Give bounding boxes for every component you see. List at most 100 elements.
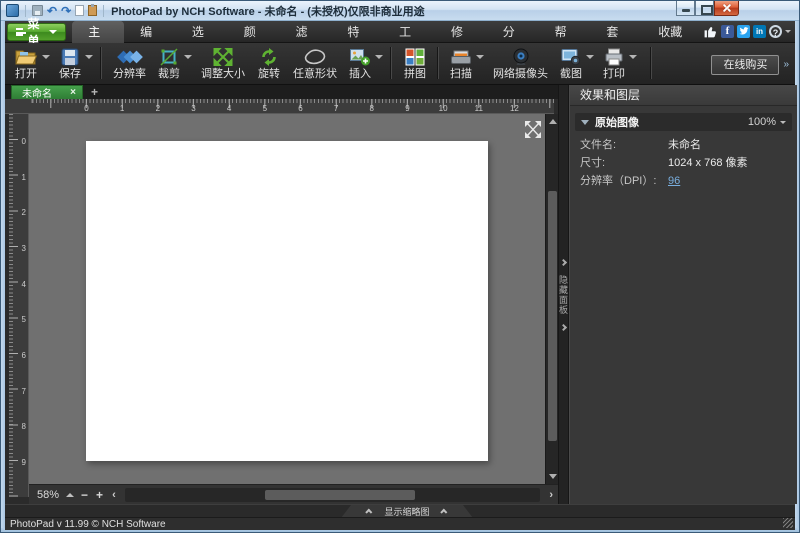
- crop-button[interactable]: 裁剪: [153, 45, 194, 81]
- tab-favorites[interactable]: 收藏夹: [642, 21, 704, 43]
- linkedin-icon[interactable]: in: [753, 25, 766, 38]
- panel-title: 效果和图层: [570, 85, 797, 106]
- screenshot-button[interactable]: 截图: [555, 45, 596, 81]
- divider: [25, 5, 26, 17]
- tab-suite[interactable]: 套件: [590, 21, 642, 43]
- resize-button[interactable]: 调整大小: [196, 45, 250, 81]
- dpi-value-link[interactable]: 96: [668, 174, 680, 188]
- chevron-up-icon: [440, 509, 447, 516]
- tab-retouch[interactable]: 修饰: [435, 21, 487, 43]
- zoom-menu-icon[interactable]: [66, 493, 74, 497]
- thumbnail-bar: 显示缩略图: [5, 504, 795, 517]
- chevron-down-icon[interactable]: [629, 55, 637, 59]
- insert-button[interactable]: 插入: [344, 45, 385, 81]
- twitter-icon[interactable]: [737, 25, 750, 38]
- thumbs-up-icon[interactable]: [704, 25, 718, 38]
- tab-color[interactable]: 颜色: [228, 21, 280, 43]
- scroll-down-icon[interactable]: [549, 474, 557, 479]
- zoom-out-button[interactable]: −: [77, 486, 92, 504]
- screenshot-icon: [561, 47, 581, 67]
- chevron-right-icon: [560, 258, 567, 265]
- collage-icon: [405, 47, 425, 67]
- hide-panel-strip[interactable]: 隐藏面板: [558, 85, 569, 504]
- window-title: PhotoPad by NCH Software - 未命名 - (未授权)仅限…: [111, 3, 425, 19]
- chevron-down-icon: [49, 30, 57, 34]
- main-toolbar: 打开 保存 分辨率 裁剪: [5, 43, 795, 85]
- new-tab-button[interactable]: +: [83, 85, 106, 99]
- print-button[interactable]: 打印: [598, 45, 639, 81]
- rotate-button[interactable]: 旋转: [252, 45, 286, 81]
- resolution-button[interactable]: 分辨率: [108, 45, 151, 81]
- maximize-button[interactable]: [695, 1, 714, 16]
- scroll-right-icon[interactable]: ›: [544, 489, 558, 501]
- save-button[interactable]: 保存: [54, 45, 95, 81]
- fullscreen-icon[interactable]: [523, 121, 543, 138]
- canvas-area[interactable]: [29, 114, 545, 484]
- window-controls: [676, 1, 739, 16]
- tab-tools[interactable]: 工具: [383, 21, 435, 43]
- size-value: 1024 x 768 像素: [668, 156, 748, 170]
- chevron-down-icon[interactable]: [42, 55, 50, 59]
- chevron-down-icon[interactable]: [476, 55, 484, 59]
- chevron-down-icon[interactable]: [785, 30, 791, 33]
- menu-button[interactable]: 菜单: [7, 23, 66, 41]
- ruler-corner: [5, 99, 29, 114]
- close-tab-icon[interactable]: ×: [70, 88, 76, 98]
- toolbar-overflow-icon[interactable]: »: [781, 59, 791, 70]
- tab-home[interactable]: 主页: [72, 21, 124, 43]
- chevron-down-icon[interactable]: [184, 55, 192, 59]
- tab-filter[interactable]: 滤镜: [280, 21, 332, 43]
- original-image-section[interactable]: 原始图像 100%: [575, 113, 792, 131]
- document-tab[interactable]: 未命名 ×: [11, 85, 83, 99]
- app-area: 菜单 主页 编辑 选择 颜色 滤镜 特效 工具 修饰 分享 帮助 套件 收藏夹 …: [5, 21, 795, 528]
- tab-select[interactable]: 选择: [176, 21, 228, 43]
- freeform-button[interactable]: 任意形状: [288, 45, 342, 81]
- chevron-down-icon[interactable]: [375, 55, 383, 59]
- buy-online-button[interactable]: 在线购买: [711, 55, 779, 75]
- horizontal-scrollbar-thumb[interactable]: [265, 490, 415, 500]
- filename-label: 文件名:: [580, 138, 668, 152]
- horizontal-scrollbar[interactable]: [125, 488, 541, 502]
- tab-help[interactable]: 帮助: [539, 21, 591, 43]
- zoom-level[interactable]: 58%: [29, 489, 63, 501]
- help-icon[interactable]: ?: [769, 25, 782, 38]
- facebook-icon[interactable]: f: [721, 25, 734, 38]
- scroll-left-icon[interactable]: ‹: [107, 489, 121, 501]
- tab-edit[interactable]: 编辑: [124, 21, 176, 43]
- resize-grip-icon[interactable]: [783, 518, 793, 528]
- undo-icon[interactable]: ↶: [47, 5, 57, 17]
- title-bar: ↶ ↷ PhotoPad by NCH Software - 未命名 - (未授…: [1, 1, 799, 21]
- freeform-shape-icon: [304, 47, 326, 67]
- zoom-in-button[interactable]: +: [92, 486, 107, 504]
- scroll-up-icon[interactable]: [549, 119, 557, 124]
- copy-icon[interactable]: [75, 5, 84, 16]
- scanner-icon: [450, 47, 472, 67]
- chevron-down-icon[interactable]: [85, 55, 93, 59]
- paste-icon[interactable]: [88, 5, 97, 16]
- insert-image-icon: [349, 47, 371, 67]
- app-icon[interactable]: [6, 4, 19, 17]
- section-name: 原始图像: [595, 114, 639, 130]
- open-folder-icon: [14, 47, 38, 67]
- chevron-down-icon[interactable]: [586, 55, 594, 59]
- size-label: 尺寸:: [580, 156, 668, 170]
- close-button[interactable]: [714, 1, 739, 16]
- webcam-button[interactable]: 网络摄像头: [488, 45, 553, 81]
- redo-icon[interactable]: ↷: [61, 5, 71, 17]
- social-links: f in ?: [704, 25, 795, 38]
- tab-effects[interactable]: 特效: [331, 21, 383, 43]
- printer-icon: [604, 47, 624, 67]
- toolbar-separator: [101, 47, 102, 79]
- vertical-ruler: 0123456789: [9, 114, 29, 497]
- minimize-button[interactable]: [676, 1, 695, 16]
- layer-opacity-dropdown[interactable]: 100%: [748, 116, 786, 128]
- quick-access-toolbar: ↶ ↷: [1, 4, 106, 17]
- vertical-scrollbar-thumb[interactable]: [548, 191, 557, 441]
- dpi-label: 分辨率（DPI）:: [580, 174, 668, 188]
- chevron-right-icon: [560, 323, 567, 330]
- collage-button[interactable]: 拼图: [398, 45, 432, 81]
- open-button[interactable]: 打开: [9, 45, 52, 81]
- tab-share[interactable]: 分享: [487, 21, 539, 43]
- scan-button[interactable]: 扫描: [445, 45, 486, 81]
- menu-bar: 菜单 主页 编辑 选择 颜色 滤镜 特效 工具 修饰 分享 帮助 套件 收藏夹 …: [5, 21, 795, 43]
